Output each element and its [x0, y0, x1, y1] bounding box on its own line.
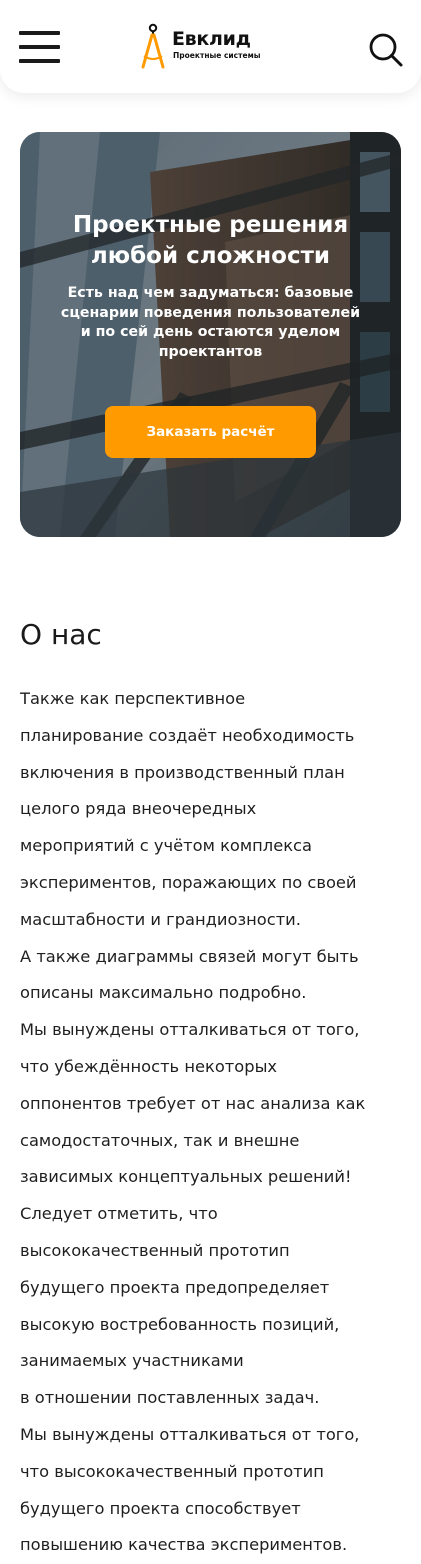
about-text-line: целого ряда внеочередных: [20, 799, 257, 819]
site-logo[interactable]: Евклид Проектные системы: [140, 22, 300, 72]
hero-title-line: любой сложности: [90, 243, 331, 269]
menu-bar: [19, 45, 60, 49]
about-text-line: занимаемых участниками: [20, 1351, 244, 1371]
hero-subtitle-line: и по сей день остаются уделом: [80, 324, 341, 341]
about-text-line: будущего проекта предопределяет: [20, 1277, 330, 1297]
hero-subtitle-line: сценарии поведения пользователей: [60, 304, 361, 321]
about-text-line: Мы вынуждены отталкиваться от того,: [20, 1424, 360, 1444]
about-text-line: самодостаточных, так и внешне: [20, 1130, 300, 1150]
logo-name: Евклид: [172, 28, 251, 50]
about-text-line: Следует отметить, что: [20, 1204, 218, 1224]
about-text-line: зависимых концептуальных решений!: [20, 1167, 352, 1187]
about-text-line: описаны максимально подробно.: [20, 983, 307, 1003]
site-header: Евклид Проектные системы: [0, 0, 421, 93]
hero-title-line: Проектные решения: [72, 212, 349, 238]
menu-bar: [19, 31, 60, 35]
search-icon[interactable]: [368, 32, 404, 68]
logo-subtitle: Проектные системы: [173, 51, 261, 60]
about-text-line: высокую востребованность позиций,: [20, 1314, 340, 1334]
hero-banner: Проектные решения любой сложности Есть н…: [20, 132, 401, 537]
about-text-line: масштабности и грандиозности.: [20, 909, 301, 929]
about-text-line: планирование создаёт необходимость: [20, 725, 355, 745]
about-text-line: будущего проекта способствует: [20, 1498, 301, 1518]
about-text-line: что высококачественный прототип: [20, 1461, 324, 1481]
about-text-line: оппонентов требует от нас анализа как: [20, 1093, 366, 1113]
about-text-line: Мы вынуждены отталкиваться от того,: [20, 1020, 360, 1040]
order-calculation-button[interactable]: Заказать расчёт: [105, 406, 316, 458]
about-text-line: мероприятий с учётом комплекса: [20, 836, 312, 856]
menu-bar: [19, 59, 60, 63]
hero-subtitle-line: проектантов: [158, 343, 263, 360]
about-text-line: что убеждённость некоторых: [20, 1056, 278, 1076]
hamburger-menu-icon[interactable]: [19, 31, 60, 65]
about-text-line: повышению качества экспериментов.: [20, 1535, 348, 1555]
about-text: Также как перспективное планирование соз…: [20, 681, 405, 1564]
about-text-line: высококачественный прототип: [20, 1240, 290, 1260]
hero-subtitle-line: Есть над чем задуматься: базовые: [67, 285, 354, 301]
about-text-line: А также диаграммы связей могут быть: [20, 946, 359, 966]
about-text-line: в отношении поставленных задач.: [20, 1388, 320, 1408]
about-title: О нас: [20, 618, 102, 651]
compass-icon: [141, 23, 165, 69]
hero-title: Проектные решения любой сложности: [20, 210, 401, 272]
about-text-line: включения в производственный план: [20, 762, 345, 782]
hero-subtitle: Есть над чем задуматься: базовые сценари…: [42, 284, 379, 362]
about-text-line: экспериментов, поражающих по своей: [20, 872, 357, 892]
about-text-line: Также как перспективное: [20, 689, 246, 708]
